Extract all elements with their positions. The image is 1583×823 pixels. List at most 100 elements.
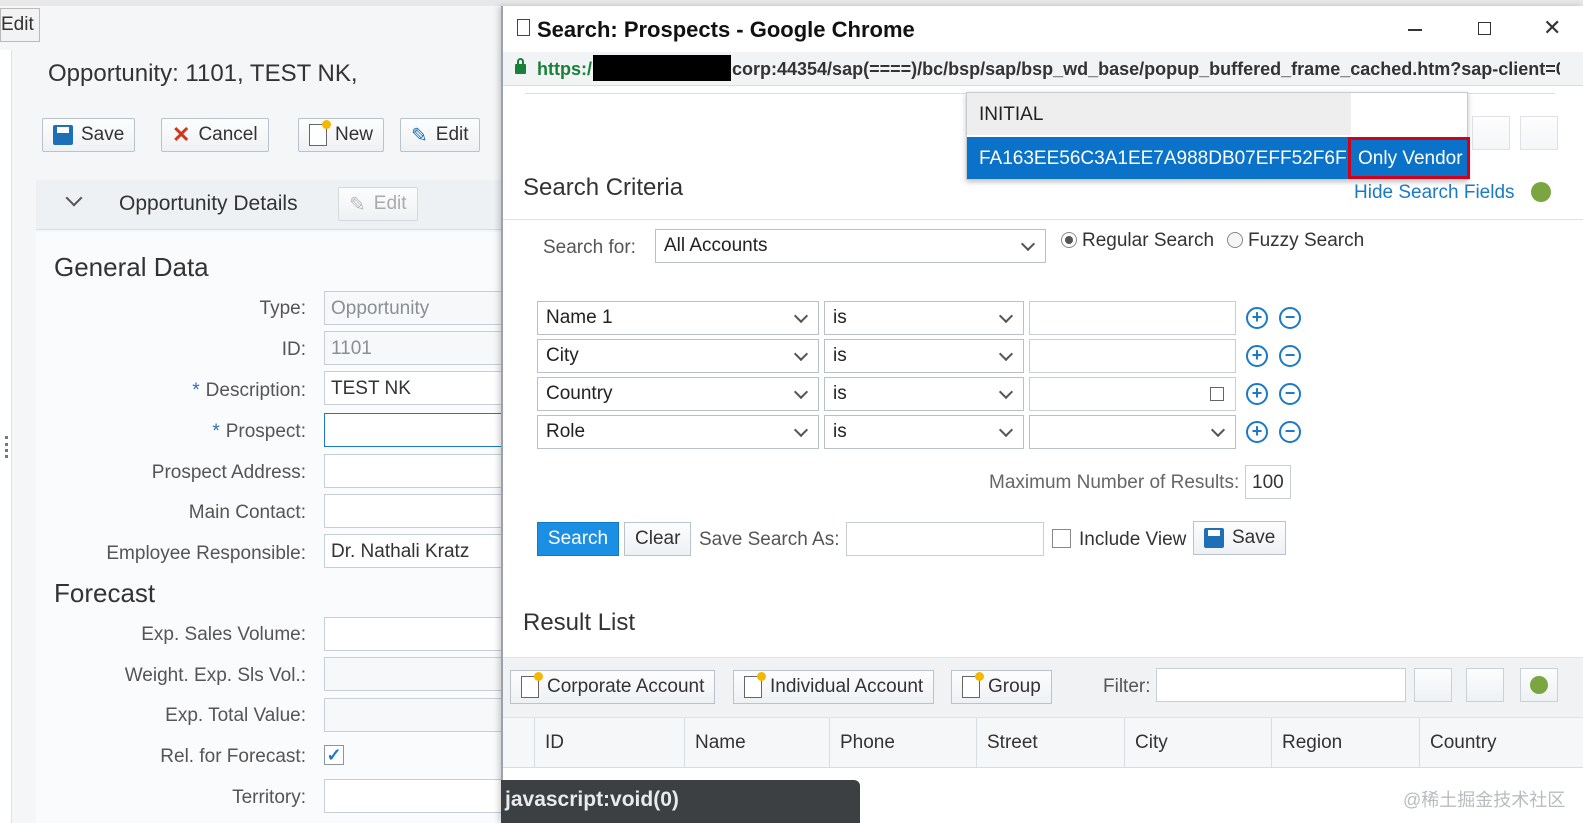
details-title: Opportunity Details [119,192,298,215]
employee-responsible-field[interactable]: Dr. Nathali Kratz [324,534,506,568]
group-button[interactable]: Group [951,670,1052,704]
column-header-street[interactable]: Street [976,718,1124,768]
criteria-operator-dropdown[interactable]: is [824,377,1024,411]
remove-row-icon[interactable]: − [1279,421,1301,443]
save-search-input[interactable] [846,522,1044,556]
rel-for-forecast-label: Rel. for Forecast: [160,746,306,767]
main-contact-field[interactable] [324,494,506,528]
general-data-title: General Data [54,252,209,282]
criteria-value-input[interactable] [1029,339,1236,373]
search-button[interactable]: Search [537,522,619,556]
description-field[interactable]: TEST NK [324,371,506,405]
hide-search-fields-link[interactable]: Hide Search Fields [1354,182,1515,204]
prospect-label-text: Prospect: [225,421,306,442]
popup-titlebar: Search: Prospects - Google Chrome ✕ [503,6,1583,52]
regular-search-radio[interactable] [1061,232,1077,248]
details-edit-button[interactable]: ✎ Edit [338,187,418,221]
criteria-operator-dropdown[interactable]: is [824,415,1024,449]
criteria-field-dropdown[interactable]: Country [537,377,819,411]
criteria-operator-value: is [833,307,847,328]
chevron-down-icon [998,346,1014,361]
remove-row-icon[interactable]: − [1279,345,1301,367]
chevron-down-icon [1020,236,1036,251]
address-bar[interactable]: https:/ corp:44354/sap(====)/bc/bsp/sap/… [503,52,1583,86]
fuzzy-search-radio[interactable] [1227,232,1243,248]
column-header-id[interactable]: ID [534,718,684,768]
criteria-operator-dropdown[interactable]: is [824,301,1024,335]
criteria-value-input[interactable] [1029,301,1236,335]
search-for-dropdown[interactable]: All Accounts [655,229,1046,263]
save-search-button[interactable]: Save [1193,521,1287,555]
chart-icon[interactable] [1414,668,1452,702]
criteria-operator-dropdown[interactable]: is [824,339,1024,373]
personalize-icon[interactable] [1520,668,1558,702]
filter-label: Filter: [1103,676,1151,697]
maximize-icon[interactable] [1478,22,1491,35]
criteria-operator-value: is [833,383,847,404]
employee-responsible-label: Employee Responsible: [106,543,306,564]
column-header-city[interactable]: City [1124,718,1271,768]
filter-input[interactable] [1156,668,1406,702]
autocomplete-list: INITIAL FA163EE56C3A1EE7A988DB07EFF52F6F… [966,92,1470,180]
prospect-address-label: Prospect Address: [151,462,306,483]
clear-button[interactable]: Clear [624,522,692,556]
remove-row-icon[interactable]: − [1279,307,1301,329]
add-row-icon[interactable]: + [1246,345,1268,367]
chevron-down-icon [998,308,1014,323]
only-vendor-highlight: Only Vendor [1348,137,1470,179]
max-results-label: Maximum Number of Results: [989,472,1240,493]
add-row-icon[interactable]: + [1246,307,1268,329]
new-document-icon [744,672,766,698]
criteria-operator-value: is [833,421,847,442]
prospect-field[interactable] [324,413,506,447]
add-row-icon[interactable]: + [1246,383,1268,405]
edit-button[interactable]: ✎ Edit [400,118,480,152]
territory-label: Territory: [232,787,306,808]
search-criteria-title: Search Criteria [523,174,684,201]
pencil-icon: ✎ [411,124,428,147]
criteria-field-value: Country [546,383,613,404]
exp-sales-volume-field[interactable] [324,617,506,651]
top-edit-tab[interactable]: Edit [0,8,40,42]
column-header-phone[interactable]: Phone [829,718,976,768]
close-icon: ✕ [172,122,191,147]
layout-icon[interactable] [1472,116,1510,150]
trash-icon[interactable] [1520,116,1558,150]
prospect-address-field[interactable] [324,454,506,488]
criteria-value-dropdown[interactable] [1029,415,1236,449]
resize-handle[interactable] [5,436,9,458]
column-header-country[interactable]: Country [1419,718,1583,768]
id-label: ID: [281,339,306,360]
column-header-region[interactable]: Region [1271,718,1419,768]
cancel-button[interactable]: ✕ Cancel [161,118,269,152]
new-button[interactable]: New [298,118,385,152]
max-results-input[interactable]: 100 [1245,465,1291,499]
criteria-field-dropdown[interactable]: City [537,339,819,373]
criteria-value-input[interactable] [1029,377,1236,411]
chevron-down-icon [793,384,809,399]
remove-row-icon[interactable]: − [1279,383,1301,405]
save-button[interactable]: Save [42,118,136,152]
include-view-checkbox[interactable] [1052,529,1071,548]
add-row-icon[interactable]: + [1246,421,1268,443]
column-header-name[interactable]: Name [684,718,829,768]
section-divider [503,219,1583,220]
minimize-icon[interactable] [1408,29,1422,31]
personalize-icon[interactable] [1531,182,1551,202]
new-document-icon [962,672,984,698]
include-view-label[interactable]: Include View [1079,529,1186,551]
territory-field[interactable] [324,779,506,813]
value-help-icon[interactable] [1210,387,1224,401]
url-redaction [593,55,731,81]
criteria-field-dropdown[interactable]: Name 1 [537,301,819,335]
description-label: * Description: [100,380,306,402]
regular-search-label[interactable]: Regular Search [1082,230,1214,252]
criteria-field-dropdown[interactable]: Role [537,415,819,449]
fuzzy-search-label[interactable]: Fuzzy Search [1248,230,1364,252]
rel-for-forecast-checkbox[interactable]: ✓ [324,745,344,765]
autocomplete-item[interactable]: INITIAL [967,93,1351,135]
corporate-account-button[interactable]: Corporate Account [510,670,716,704]
tag-icon[interactable] [1466,668,1504,702]
individual-account-button[interactable]: Individual Account [733,670,935,704]
close-icon[interactable]: ✕ [1543,15,1561,41]
